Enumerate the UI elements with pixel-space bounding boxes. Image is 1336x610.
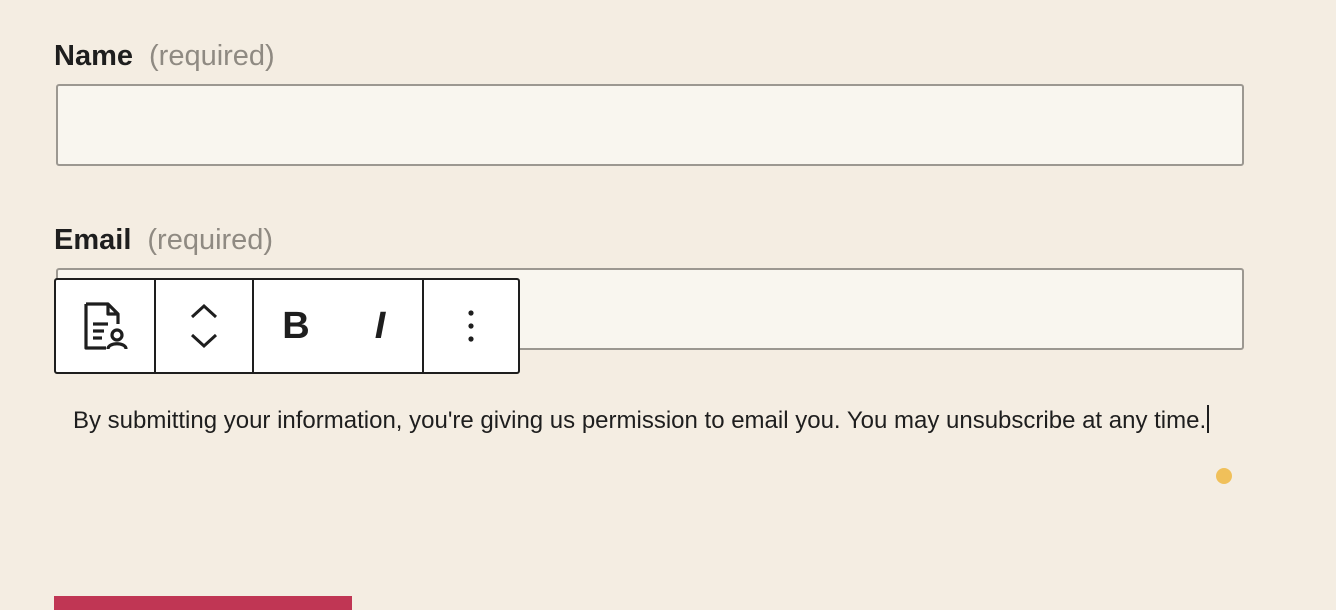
bold-button[interactable]: B bbox=[254, 280, 338, 372]
block-type-button[interactable] bbox=[82, 280, 128, 372]
more-vertical-icon bbox=[468, 310, 474, 342]
block-toolbar: B I bbox=[54, 278, 520, 374]
consent-paragraph[interactable]: By submitting your information, you're g… bbox=[73, 398, 1223, 444]
document-user-icon bbox=[84, 302, 128, 350]
name-label-text: Name bbox=[54, 40, 133, 72]
move-up-button[interactable] bbox=[184, 296, 224, 326]
chevron-down-icon bbox=[190, 333, 218, 349]
submit-button[interactable] bbox=[54, 596, 352, 610]
move-down-button[interactable] bbox=[184, 326, 224, 356]
name-input[interactable] bbox=[56, 84, 1244, 166]
chevron-up-icon bbox=[190, 303, 218, 319]
more-options-button[interactable] bbox=[467, 280, 475, 372]
email-label: Email (required) bbox=[54, 224, 273, 257]
email-label-text: Email bbox=[54, 224, 132, 256]
more-group bbox=[422, 280, 518, 372]
move-group bbox=[154, 280, 252, 372]
form-page: Name (required) Email (required) B I By … bbox=[0, 0, 1336, 610]
block-type-group bbox=[56, 280, 154, 372]
consent-text: By submitting your information, you're g… bbox=[73, 407, 1207, 434]
name-required-text: (required) bbox=[149, 40, 275, 72]
status-dot bbox=[1216, 468, 1232, 484]
text-cursor bbox=[1207, 405, 1210, 433]
format-group: B I bbox=[252, 280, 422, 372]
email-required-text: (required) bbox=[147, 224, 274, 256]
italic-button[interactable]: I bbox=[338, 280, 422, 372]
name-label: Name (required) bbox=[54, 40, 275, 73]
